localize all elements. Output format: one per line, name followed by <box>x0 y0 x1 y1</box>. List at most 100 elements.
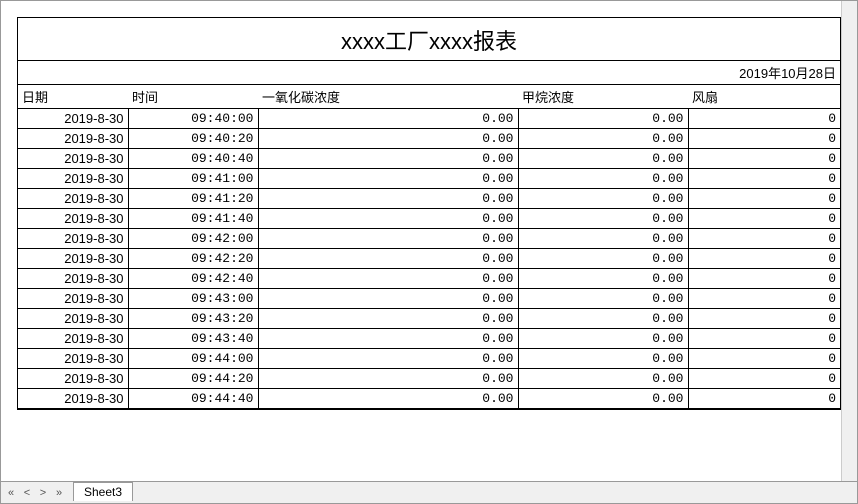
cell-fan: 0 <box>688 229 840 249</box>
cell-co: 0.00 <box>258 229 518 249</box>
header-fan: 风扇 <box>688 85 840 109</box>
report-viewport: xxxx工厂xxxx报表 2019年10月28日 日期 时间 一氧化碳浓度 甲烷… <box>1 1 857 481</box>
cell-ch4: 0.00 <box>518 249 688 269</box>
table-row: 2019-8-3009:41:200.000.000 <box>18 189 840 209</box>
cell-ch4: 0.00 <box>518 389 688 409</box>
cell-ch4: 0.00 <box>518 309 688 329</box>
cell-co: 0.00 <box>258 289 518 309</box>
cell-time: 09:41:20 <box>128 189 258 209</box>
cell-co: 0.00 <box>258 349 518 369</box>
cell-time: 09:42:00 <box>128 229 258 249</box>
table-row: 2019-8-3009:44:200.000.000 <box>18 369 840 389</box>
cell-time: 09:40:20 <box>128 129 258 149</box>
table-row: 2019-8-3009:43:200.000.000 <box>18 309 840 329</box>
cell-ch4: 0.00 <box>518 229 688 249</box>
table-row: 2019-8-3009:41:400.000.000 <box>18 209 840 229</box>
sheet-tab[interactable]: Sheet3 <box>73 482 133 501</box>
cell-date: 2019-8-30 <box>18 129 128 149</box>
report-title: xxxx工厂xxxx报表 <box>18 18 840 61</box>
report-date: 2019年10月28日 <box>18 61 840 85</box>
cell-ch4: 0.00 <box>518 369 688 389</box>
header-co: 一氧化碳浓度 <box>258 85 518 109</box>
cell-co: 0.00 <box>258 389 518 409</box>
cell-co: 0.00 <box>258 109 518 129</box>
table-row: 2019-8-3009:42:200.000.000 <box>18 249 840 269</box>
cell-time: 09:40:00 <box>128 109 258 129</box>
table-row: 2019-8-3009:43:000.000.000 <box>18 289 840 309</box>
cell-date: 2019-8-30 <box>18 189 128 209</box>
cell-ch4: 0.00 <box>518 349 688 369</box>
table-row: 2019-8-3009:42:000.000.000 <box>18 229 840 249</box>
table-row: 2019-8-3009:42:400.000.000 <box>18 269 840 289</box>
cell-co: 0.00 <box>258 149 518 169</box>
cell-co: 0.00 <box>258 169 518 189</box>
cell-fan: 0 <box>688 289 840 309</box>
cell-fan: 0 <box>688 109 840 129</box>
nav-last-icon[interactable]: » <box>51 484 67 502</box>
cell-date: 2019-8-30 <box>18 169 128 189</box>
vertical-scrollbar[interactable] <box>841 1 857 481</box>
cell-ch4: 0.00 <box>518 169 688 189</box>
cell-ch4: 0.00 <box>518 109 688 129</box>
cell-co: 0.00 <box>258 369 518 389</box>
table-row: 2019-8-3009:41:000.000.000 <box>18 169 840 189</box>
cell-date: 2019-8-30 <box>18 329 128 349</box>
cell-ch4: 0.00 <box>518 329 688 349</box>
sheet-bar: « < > » Sheet3 <box>1 481 857 503</box>
cell-fan: 0 <box>688 389 840 409</box>
report-frame: xxxx工厂xxxx报表 2019年10月28日 日期 时间 一氧化碳浓度 甲烷… <box>17 17 841 410</box>
cell-fan: 0 <box>688 209 840 229</box>
cell-time: 09:43:00 <box>128 289 258 309</box>
cell-fan: 0 <box>688 329 840 349</box>
cell-fan: 0 <box>688 249 840 269</box>
cell-ch4: 0.00 <box>518 189 688 209</box>
cell-ch4: 0.00 <box>518 269 688 289</box>
cell-fan: 0 <box>688 309 840 329</box>
cell-ch4: 0.00 <box>518 209 688 229</box>
cell-date: 2019-8-30 <box>18 349 128 369</box>
cell-fan: 0 <box>688 169 840 189</box>
cell-date: 2019-8-30 <box>18 369 128 389</box>
nav-next-icon[interactable]: > <box>35 484 51 502</box>
table-row: 2019-8-3009:44:400.000.000 <box>18 389 840 409</box>
cell-date: 2019-8-30 <box>18 269 128 289</box>
cell-ch4: 0.00 <box>518 129 688 149</box>
table-row: 2019-8-3009:43:400.000.000 <box>18 329 840 349</box>
cell-time: 09:41:00 <box>128 169 258 189</box>
table-header-row: 日期 时间 一氧化碳浓度 甲烷浓度 风扇 <box>18 85 840 109</box>
table-row: 2019-8-3009:44:000.000.000 <box>18 349 840 369</box>
cell-time: 09:43:40 <box>128 329 258 349</box>
cell-time: 09:44:40 <box>128 389 258 409</box>
table-row: 2019-8-3009:40:400.000.000 <box>18 149 840 169</box>
cell-fan: 0 <box>688 349 840 369</box>
nav-first-icon[interactable]: « <box>3 484 19 502</box>
cell-fan: 0 <box>688 149 840 169</box>
cell-time: 09:44:20 <box>128 369 258 389</box>
cell-co: 0.00 <box>258 209 518 229</box>
cell-ch4: 0.00 <box>518 289 688 309</box>
cell-date: 2019-8-30 <box>18 109 128 129</box>
cell-time: 09:44:00 <box>128 349 258 369</box>
table-row: 2019-8-3009:40:000.000.000 <box>18 109 840 129</box>
cell-time: 09:41:40 <box>128 209 258 229</box>
cell-fan: 0 <box>688 189 840 209</box>
header-date: 日期 <box>18 85 128 109</box>
cell-time: 09:43:20 <box>128 309 258 329</box>
cell-co: 0.00 <box>258 189 518 209</box>
cell-co: 0.00 <box>258 129 518 149</box>
cell-date: 2019-8-30 <box>18 229 128 249</box>
table-row: 2019-8-3009:40:200.000.000 <box>18 129 840 149</box>
cell-date: 2019-8-30 <box>18 289 128 309</box>
nav-prev-icon[interactable]: < <box>19 484 35 502</box>
data-table: 日期 时间 一氧化碳浓度 甲烷浓度 风扇 2019-8-3009:40:000.… <box>18 85 840 409</box>
header-ch4: 甲烷浓度 <box>518 85 688 109</box>
cell-time: 09:40:40 <box>128 149 258 169</box>
cell-co: 0.00 <box>258 249 518 269</box>
cell-fan: 0 <box>688 269 840 289</box>
cell-ch4: 0.00 <box>518 149 688 169</box>
cell-date: 2019-8-30 <box>18 389 128 409</box>
cell-date: 2019-8-30 <box>18 249 128 269</box>
sheet-nav: « < > » <box>1 484 69 502</box>
cell-fan: 0 <box>688 129 840 149</box>
cell-co: 0.00 <box>258 269 518 289</box>
